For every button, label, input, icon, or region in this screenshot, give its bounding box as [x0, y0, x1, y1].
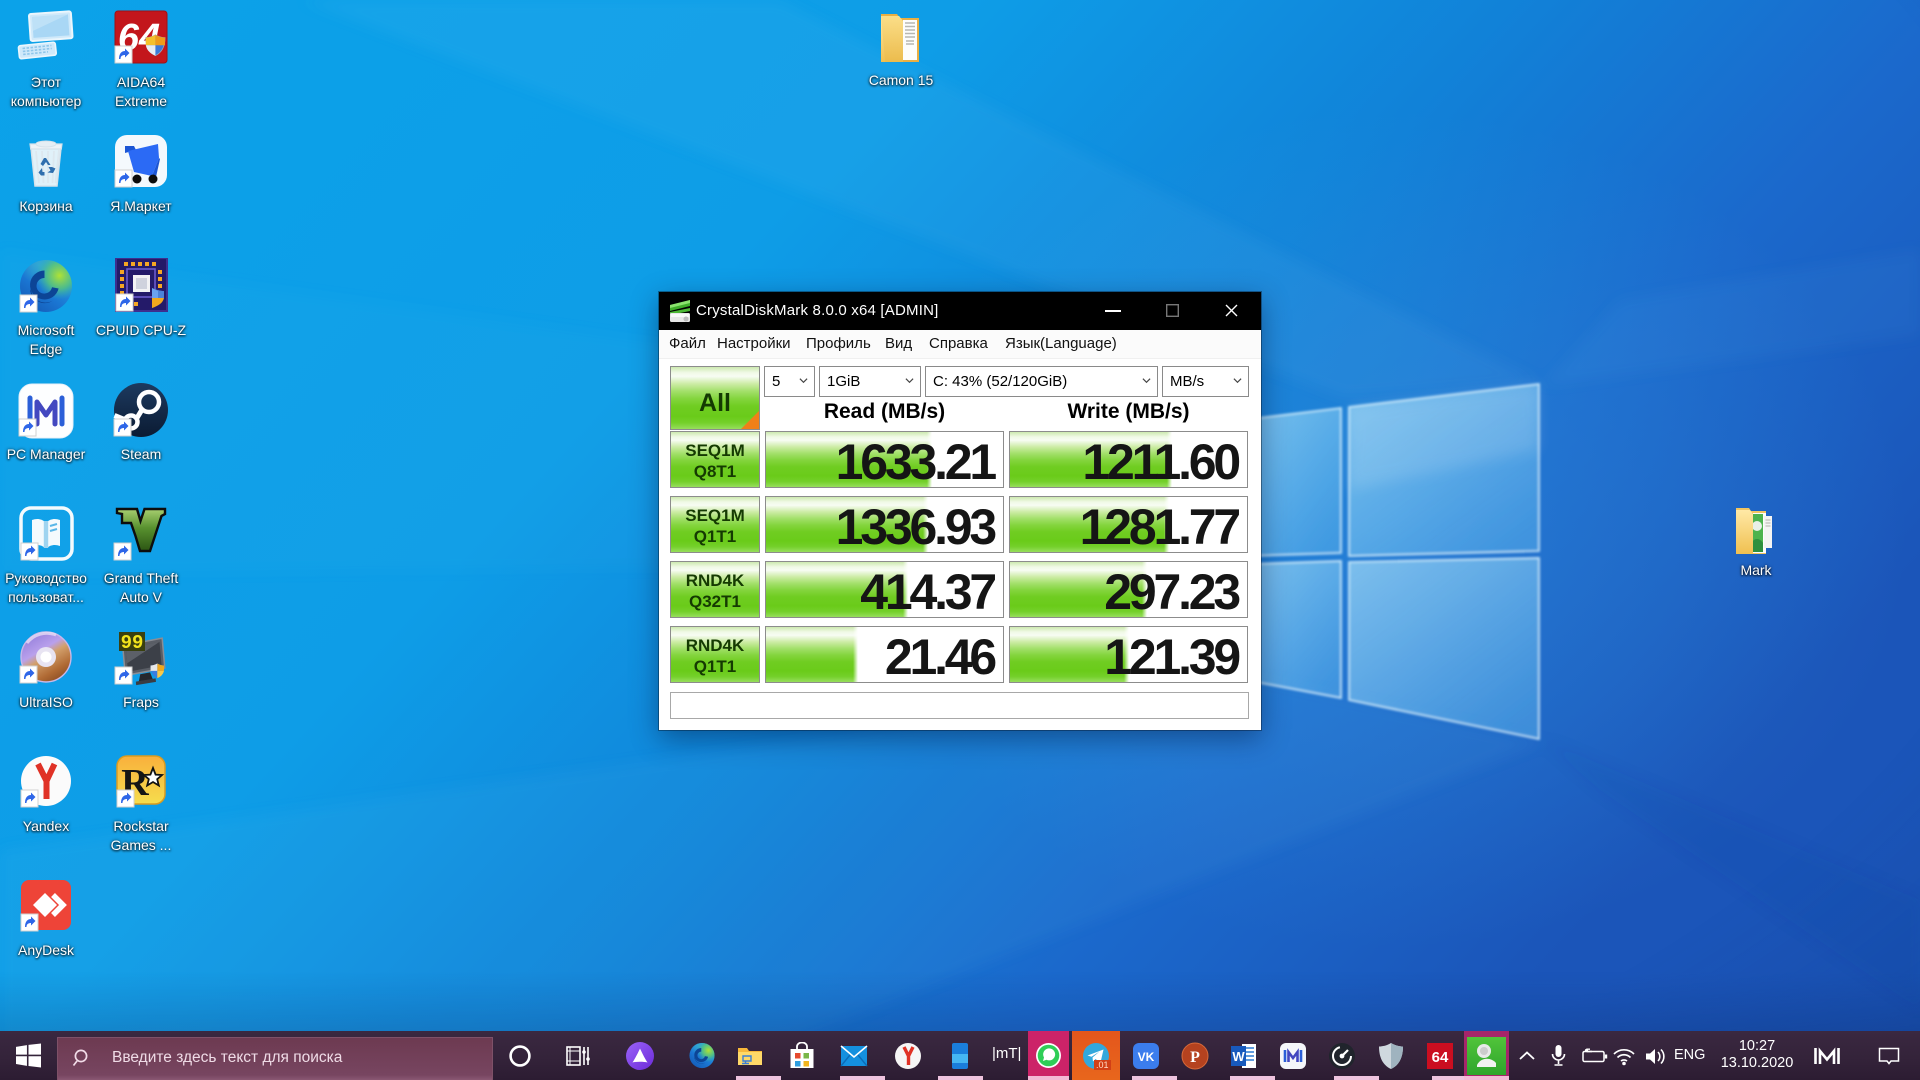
svg-text:VK: VK	[1138, 1050, 1155, 1064]
svg-text:P: P	[1190, 1049, 1200, 1066]
svg-text:64: 64	[1432, 1049, 1449, 1066]
svg-text:99: 99	[121, 632, 144, 654]
svg-text:W: W	[1232, 1049, 1245, 1064]
